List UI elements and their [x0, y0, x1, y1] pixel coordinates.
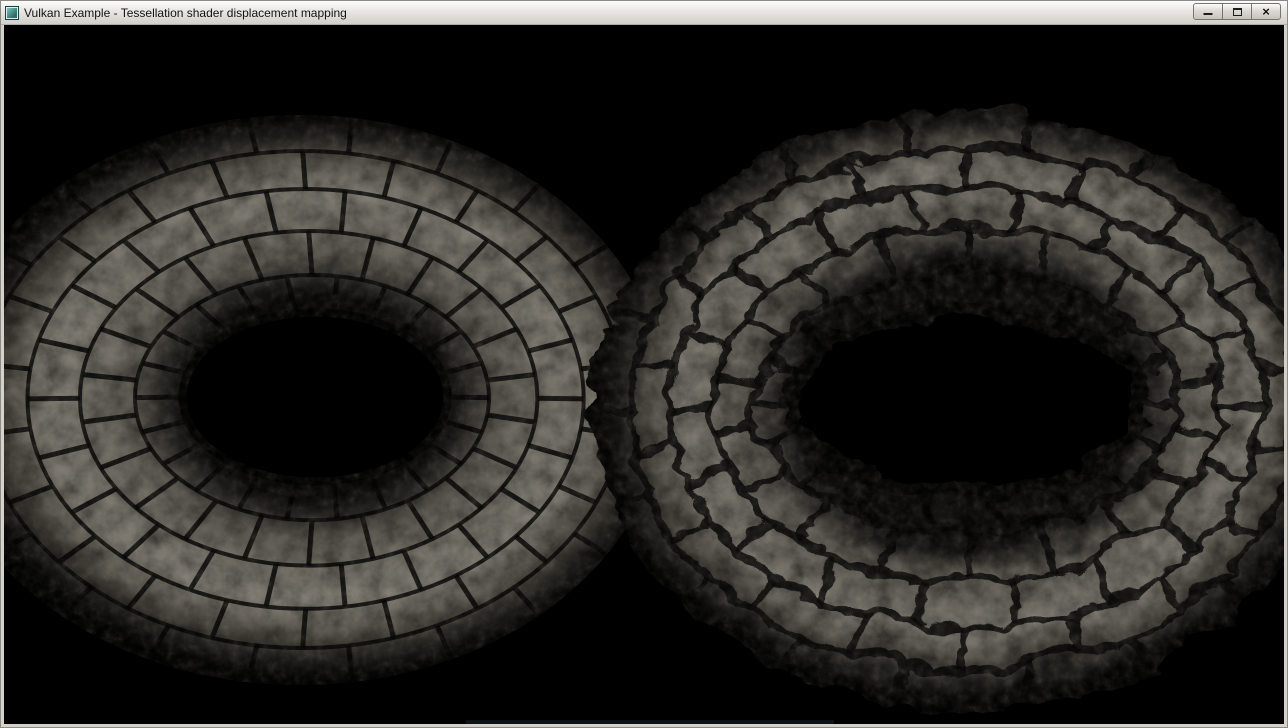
- close-icon: ×: [1262, 5, 1270, 18]
- maximize-button[interactable]: [1222, 3, 1252, 20]
- minimize-button[interactable]: [1193, 3, 1223, 20]
- app-window: Vulkan Example - Tessellation shader dis…: [0, 0, 1288, 728]
- app-icon: [5, 6, 19, 20]
- close-button[interactable]: ×: [1251, 3, 1281, 20]
- window-title: Vulkan Example - Tessellation shader dis…: [24, 6, 347, 20]
- torus-displacement-mapped-right: [588, 105, 1284, 705]
- titlebar[interactable]: Vulkan Example - Tessellation shader dis…: [1, 1, 1287, 25]
- minimize-icon: [1204, 13, 1213, 15]
- torus-flat-stone-left: [4, 115, 665, 685]
- render-viewport[interactable]: [4, 25, 1284, 724]
- render-canvas: [4, 25, 1284, 724]
- background-window-glimpse: [466, 720, 834, 724]
- torus-layer: [4, 105, 1284, 705]
- maximize-icon: [1233, 8, 1242, 16]
- window-controls: ×: [1194, 3, 1283, 20]
